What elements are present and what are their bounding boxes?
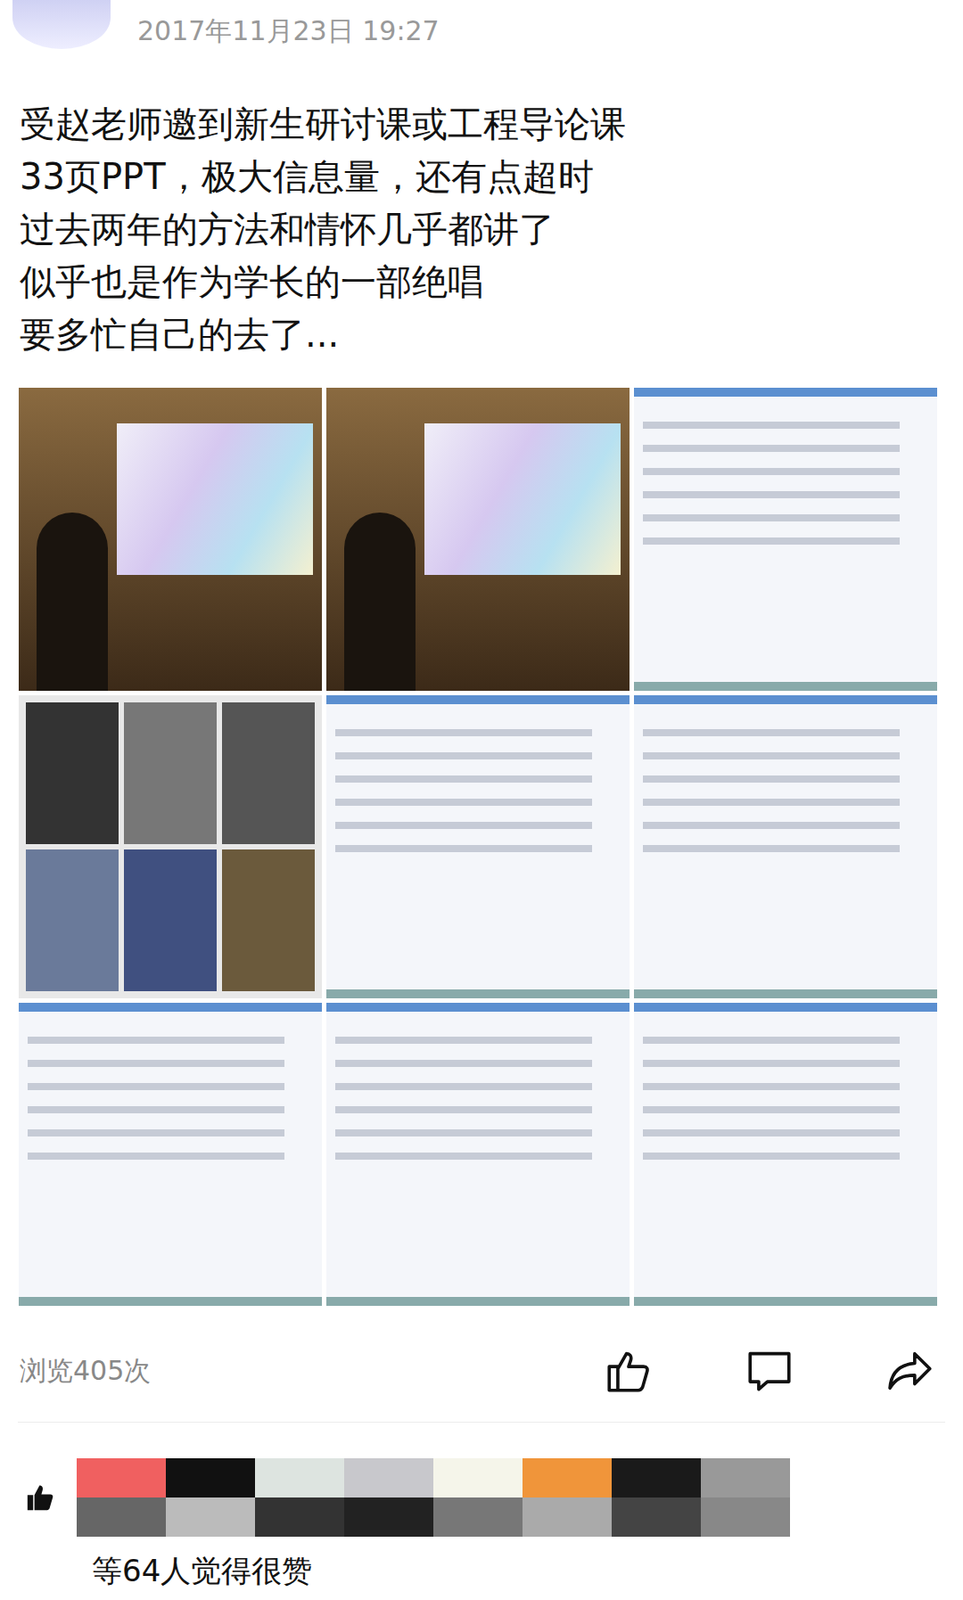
photo[interactable]	[18, 387, 322, 692]
photo[interactable]	[633, 387, 938, 692]
likes-row	[0, 1423, 963, 1538]
post-line: 33页PPT，极大信息量，还有点超时	[19, 150, 946, 204]
stats-row: 浏览405次	[0, 1306, 963, 1398]
share-icon[interactable]	[884, 1345, 937, 1398]
photo[interactable]	[18, 695, 322, 999]
photo[interactable]	[633, 695, 938, 999]
post-header: 2017年11月23日 19:27	[0, 0, 963, 63]
thumb-up-icon[interactable]	[602, 1345, 655, 1398]
photo[interactable]	[326, 387, 630, 692]
avatar-icon[interactable]	[12, 0, 111, 50]
view-count: 浏览405次	[19, 1353, 151, 1391]
post-line: 要多忙自己的去了...	[19, 308, 946, 362]
photo[interactable]	[18, 1003, 322, 1307]
photo-grid	[0, 361, 963, 1307]
photo[interactable]	[326, 695, 630, 999]
photo[interactable]	[326, 1003, 630, 1307]
photo[interactable]	[633, 1003, 938, 1307]
like-summary[interactable]: 等64人觉得很赞	[0, 1537, 963, 1593]
liker-avatars[interactable]	[76, 1458, 791, 1538]
post-line: 受赵老师邀到新生研讨课或工程导论课	[19, 98, 946, 151]
comment-icon[interactable]	[743, 1345, 796, 1398]
post-text: 受赵老师邀到新生研讨课或工程导论课33页PPT，极大信息量，还有点超时过去两年的…	[0, 62, 963, 362]
post-line: 似乎也是作为学长的一部绝唱	[19, 255, 946, 309]
post-line: 过去两年的方法和情怀几乎都讲了	[19, 203, 946, 256]
thumb-up-icon	[24, 1482, 56, 1514]
post-page: 2017年11月23日 19:27 受赵老师邀到新生研讨课或工程导论课33页PPT…	[0, 0, 963, 1600]
post-time: 2017年11月23日 19:27	[137, 13, 440, 50]
